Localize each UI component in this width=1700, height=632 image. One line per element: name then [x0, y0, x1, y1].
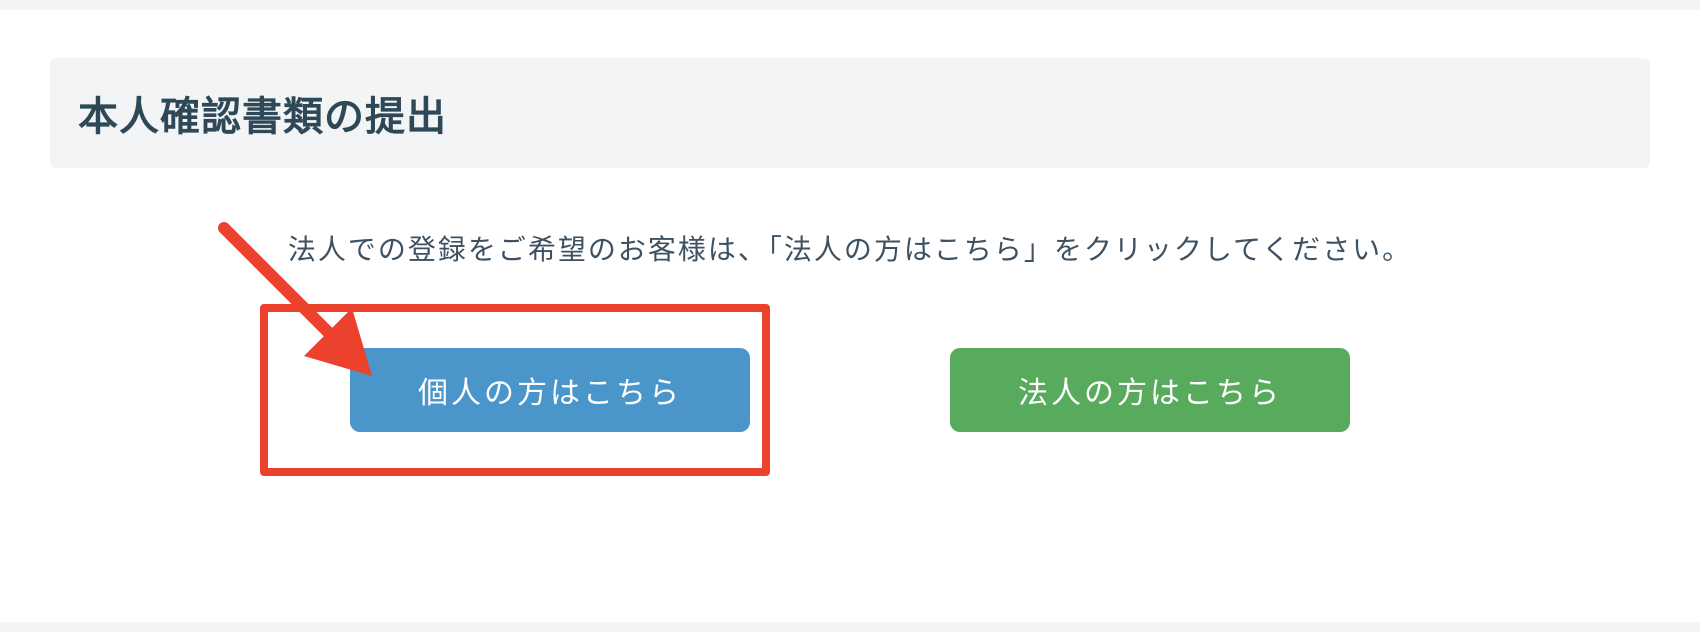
- button-row: 個人の方はこちら 法人の方はこちら: [50, 348, 1650, 432]
- individual-button[interactable]: 個人の方はこちら: [350, 348, 750, 432]
- title-band: 本人確認書類の提出: [50, 58, 1650, 168]
- corporate-button[interactable]: 法人の方はこちら: [950, 348, 1350, 432]
- instruction-text: 法人での登録をご希望のお客様は、「法人の方はこちら」をクリックしてください。: [50, 228, 1650, 268]
- individual-button-label: 個人の方はこちら: [418, 368, 682, 412]
- page-title: 本人確認書類の提出: [78, 84, 1622, 142]
- corporate-button-label: 法人の方はこちら: [1018, 368, 1282, 412]
- form-page: 本人確認書類の提出 法人での登録をご希望のお客様は、「法人の方はこちら」をクリッ…: [0, 10, 1700, 622]
